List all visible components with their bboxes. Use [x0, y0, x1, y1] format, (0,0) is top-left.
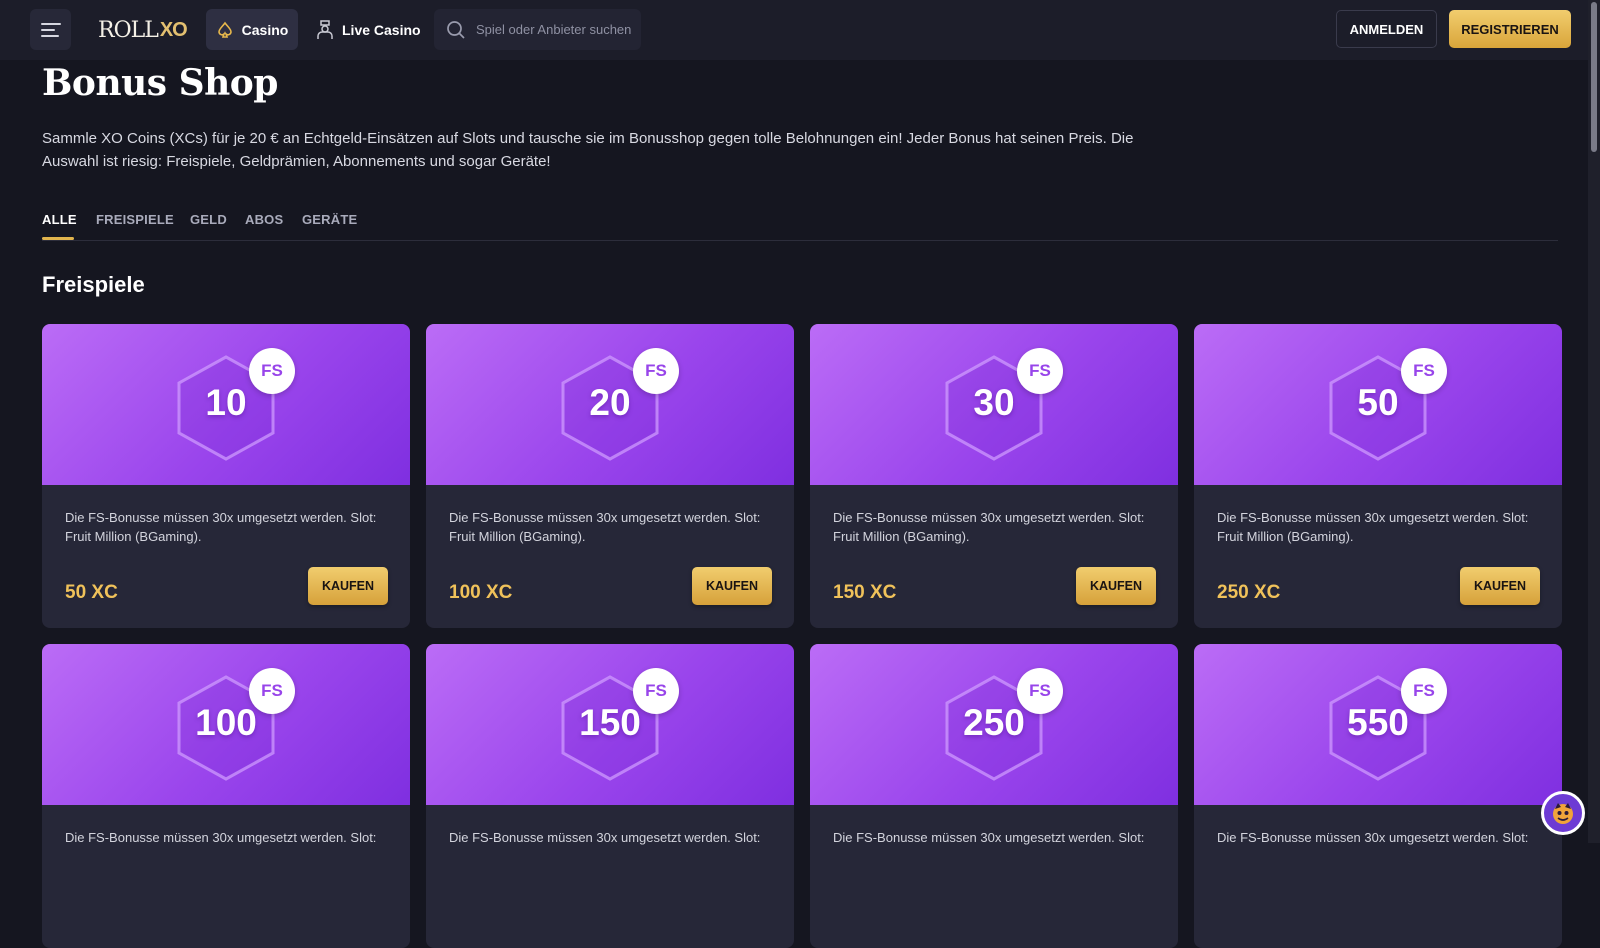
buy-button[interactable]: KAUFEN — [692, 567, 772, 605]
fs-badge: FS — [633, 348, 679, 394]
bonus-card: 250 FS Die FS-Bonusse müssen 30x umgesetzt… — [810, 644, 1178, 948]
card-description: Die FS-Bonusse müssen 30x umgesetzt werd… — [833, 510, 1145, 544]
tab-geld[interactable]: GELD — [190, 212, 227, 227]
page-title: Bonus Shop — [42, 62, 278, 104]
fs-badge: FS — [1401, 348, 1447, 394]
search-icon — [447, 20, 465, 39]
freespin-amount: 20 — [589, 382, 631, 423]
logo-text: ROLL — [98, 17, 159, 43]
bonus-card: 20 FS Die FS-Bonusse müssen 30x umgesetzt … — [426, 324, 794, 628]
freespin-amount: 550 — [1347, 702, 1409, 743]
fs-badge: FS — [1017, 668, 1063, 714]
buy-button[interactable]: KAUFEN — [1460, 567, 1540, 605]
card-description: Die FS-Bonusse müssen 30x umgesetzt werd… — [449, 510, 761, 544]
freespin-amount: 100 — [195, 702, 257, 743]
card-description: Die FS-Bonusse müssen 30x umgesetzt werd… — [1217, 830, 1529, 845]
logo-xo: XO — [159, 18, 188, 41]
scrollbar-thumb[interactable] — [1591, 2, 1597, 152]
card-description: Die FS-Bonusse müssen 30x umgesetzt werd… — [65, 830, 377, 845]
card-description: Die FS-Bonusse müssen 30x umgesetzt werd… — [65, 510, 377, 544]
fs-badge: FS — [1017, 348, 1063, 394]
top-bar: ROLLXO Casino Live Casino ANMELDEN REGIS… — [0, 0, 1588, 60]
category-tabs: ALLE FREISPIELE GELD ABOS GERÄTE — [42, 208, 1558, 241]
fs-badge: FS — [633, 668, 679, 714]
nav-casino-label: Casino — [241, 21, 289, 38]
tab-freispiele[interactable]: FREISPIELE — [96, 212, 174, 227]
card-banner: 20 FS — [426, 324, 794, 485]
spade-icon — [217, 21, 232, 38]
logo[interactable]: ROLL XO — [98, 14, 188, 46]
card-banner: 10 FS — [42, 324, 410, 485]
freespin-amount: 30 — [973, 382, 1015, 423]
register-button[interactable]: REGISTRIEREN — [1449, 10, 1571, 48]
bonus-card: 50 FS Die FS-Bonusse müssen 30x umgesetzt … — [1194, 324, 1562, 628]
support-avatar-icon — [1553, 803, 1573, 824]
card-banner: 550 FS — [1194, 644, 1562, 805]
tab-abos[interactable]: ABOS — [245, 212, 283, 227]
bonus-card: 10 FS Die FS-Bonusse müssen 30x umgesetzt … — [42, 324, 410, 628]
hamburger-icon — [40, 22, 61, 37]
card-price: 50 XC — [65, 582, 118, 603]
search-input[interactable] — [474, 21, 638, 38]
fs-badge: FS — [1401, 668, 1447, 714]
card-price: 250 XC — [1217, 582, 1281, 603]
card-price: 150 XC — [833, 582, 897, 603]
buy-button[interactable]: KAUFEN — [1076, 567, 1156, 605]
search-box[interactable] — [434, 9, 641, 50]
bonus-card: 550 FS Die FS-Bonusse müssen 30x umgesetzt… — [1194, 644, 1562, 948]
chat-button[interactable] — [1541, 791, 1585, 835]
tab-alle[interactable]: ALLE — [42, 212, 77, 227]
card-banner: 50 FS — [1194, 324, 1562, 485]
freespin-amount: 10 — [205, 382, 247, 423]
nav-casino[interactable]: Casino — [206, 9, 298, 50]
card-description: Die FS-Bonusse müssen 30x umgesetzt werd… — [1217, 510, 1529, 544]
buy-button[interactable]: KAUFEN — [308, 567, 388, 605]
card-price: 100 XC — [449, 582, 513, 603]
card-description: Die FS-Bonusse müssen 30x umgesetzt werd… — [833, 830, 1145, 845]
fs-badge: FS — [249, 348, 295, 394]
card-banner: 150 FS — [426, 644, 794, 805]
card-banner: 100 FS — [42, 644, 410, 805]
freespin-amount: 50 — [1357, 382, 1399, 423]
login-button[interactable]: ANMELDEN — [1336, 10, 1437, 48]
nav-live-casino[interactable]: Live Casino — [316, 9, 421, 50]
card-banner: 250 FS — [810, 644, 1178, 805]
bonus-card: 30 FS Die FS-Bonusse müssen 30x umgesetzt … — [810, 324, 1178, 628]
bonus-card: 100 FS Die FS-Bonusse müssen 30x umgesetzt… — [42, 644, 410, 948]
intro-text: Sammle XO Coins (XCs) für je 20 € an Ech… — [42, 130, 1134, 170]
freespin-amount: 150 — [579, 702, 641, 743]
section-title: Freispiele — [42, 272, 145, 297]
nav-live-label: Live Casino — [342, 21, 421, 38]
freespin-amount: 250 — [963, 702, 1025, 743]
dealer-icon — [317, 19, 333, 39]
active-tab-indicator — [42, 237, 74, 240]
tab-geraete[interactable]: GERÄTE — [302, 212, 357, 227]
card-banner: 30 FS — [810, 324, 1178, 485]
menu-button[interactable] — [30, 9, 71, 50]
bonus-card: 150 FS Die FS-Bonusse müssen 30x umgesetzt… — [426, 644, 794, 948]
card-description: Die FS-Bonusse müssen 30x umgesetzt werd… — [449, 830, 761, 845]
fs-badge: FS — [249, 668, 295, 714]
